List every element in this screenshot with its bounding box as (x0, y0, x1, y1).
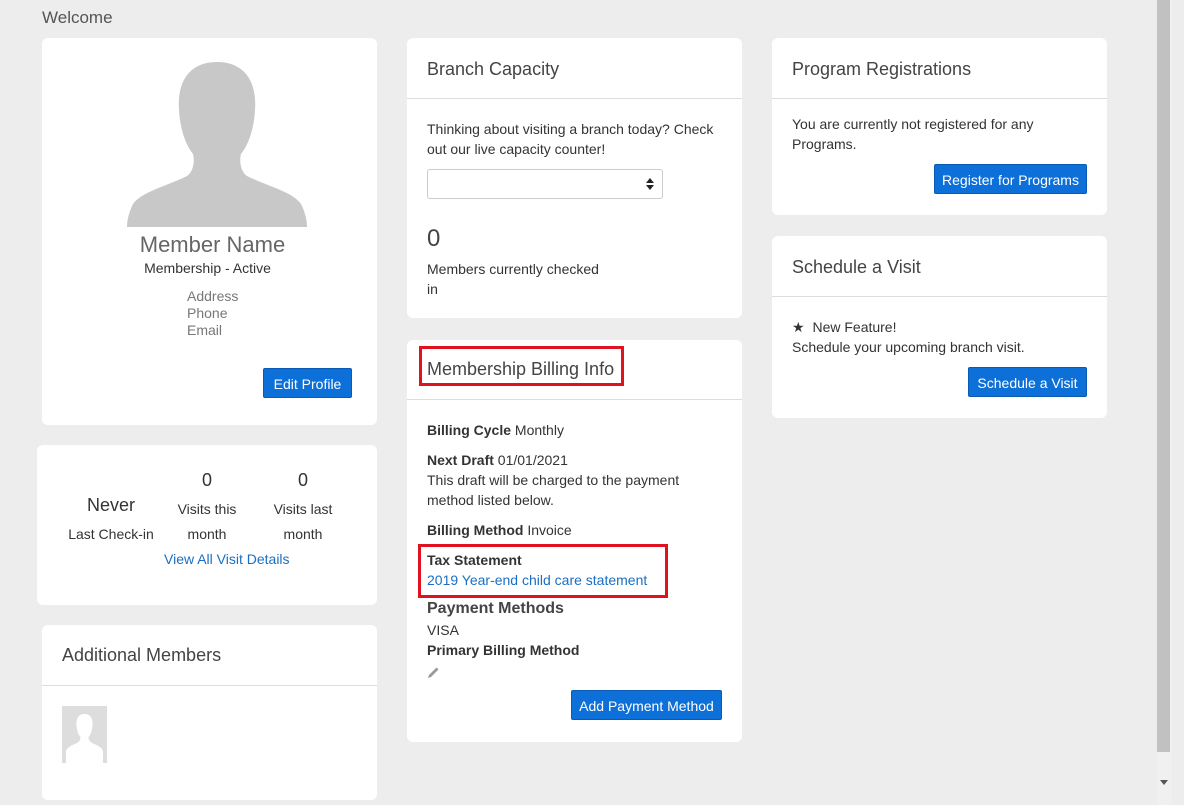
branch-capacity-title: Branch Capacity (427, 59, 560, 79)
profile-email: Email (187, 322, 223, 338)
visits-card: Never Last Check-in 0 Visits this month … (37, 445, 377, 605)
next-draft-value: 01/01/2021 (497, 452, 568, 468)
register-for-programs-button[interactable]: Register for Programs (934, 164, 1087, 194)
capacity-count-label: Members currently checked (427, 261, 599, 277)
next-draft-label: Next Draft (427, 452, 494, 468)
schedule-visit-card: Schedule a Visit ★ New Feature! Schedule… (772, 236, 1107, 418)
program-registrations-title: Program Registrations (792, 59, 972, 79)
page-title: Welcome (42, 8, 113, 27)
capacity-count: 0 (427, 225, 441, 252)
divider (407, 399, 742, 400)
schedule-visit-button[interactable]: Schedule a Visit (968, 367, 1087, 397)
select-arrows-icon (646, 178, 654, 190)
divider (772, 98, 1107, 99)
primary-billing-label: Primary Billing Method (427, 642, 580, 658)
membership-status: Membership - Active (144, 260, 271, 276)
scrollbar-thumb[interactable] (1157, 0, 1170, 752)
tax-statement-label: Tax Statement (427, 552, 522, 568)
billing-cycle-value: Monthly (514, 422, 564, 438)
visits-this-month-label: Visits this (177, 501, 237, 517)
visits-last-month-label-2: month (283, 526, 323, 542)
new-feature: ★ New Feature! (792, 317, 897, 337)
divider (42, 685, 377, 686)
divider (772, 296, 1107, 297)
billing-method-label: Billing Method (427, 522, 524, 538)
profile-card: Member Name Membership - Active Address … (42, 38, 377, 425)
branch-select[interactable] (427, 169, 663, 199)
new-feature-label: New Feature! (812, 319, 897, 335)
visits-this-month-label-2: month (187, 526, 227, 542)
schedule-visit-title: Schedule a Visit (792, 257, 921, 277)
billing-card: Membership Billing Info Billing Cycle Mo… (407, 340, 742, 742)
divider (407, 98, 742, 99)
last-checkin-value: Never (86, 495, 135, 515)
payment-card: VISA (427, 622, 459, 638)
draft-note-2: method listed below. (427, 492, 554, 508)
draft-note: This draft will be charged to the paymen… (427, 472, 680, 488)
member-avatar[interactable] (62, 706, 107, 763)
pencil-icon[interactable] (427, 666, 440, 679)
billing-method: Billing Method Invoice (427, 520, 572, 540)
billing-cycle: Billing Cycle Monthly (427, 420, 564, 440)
billing-cycle-label: Billing Cycle (427, 422, 512, 438)
profile-address: Address (187, 288, 239, 304)
add-payment-method-button[interactable]: Add Payment Method (571, 690, 722, 720)
profile-phone: Phone (187, 305, 228, 321)
tax-statement-link[interactable]: 2019 Year-end child care statement (427, 570, 647, 590)
billing-title: Membership Billing Info (427, 359, 615, 379)
billing-method-value: Invoice (527, 522, 572, 538)
capacity-count-label-2: in (427, 281, 438, 297)
visits-this-month-value: 0 (201, 470, 212, 490)
payment-methods-title: Payment Methods (427, 600, 564, 617)
last-checkin-label: Last Check-in (68, 526, 154, 542)
branch-capacity-description: Thinking about visiting a branch today? … (427, 121, 714, 157)
member-name: Member Name (139, 232, 286, 257)
person-icon (66, 714, 103, 763)
avatar (127, 62, 307, 227)
programs-text: You are currently not registered for any (792, 116, 1034, 132)
scroll-down-arrow-icon[interactable] (1160, 780, 1168, 786)
additional-members-title: Additional Members (62, 645, 222, 665)
schedule-visit-description: Schedule your upcoming branch visit. (792, 339, 1025, 355)
edit-profile-button[interactable]: Edit Profile (263, 368, 352, 398)
branch-capacity-card: Branch Capacity Thinking about visiting … (407, 38, 742, 318)
view-visit-details-link[interactable]: View All Visit Details (164, 551, 290, 567)
visits-last-month-label: Visits last (273, 501, 333, 517)
program-registrations-card: Program Registrations You are currently … (772, 38, 1107, 215)
visits-last-month-value: 0 (297, 470, 308, 490)
additional-members-card: Additional Members (42, 625, 377, 800)
scrollbar[interactable] (1157, 0, 1172, 805)
star-icon: ★ (792, 319, 805, 335)
next-draft: Next Draft 01/01/2021 (427, 450, 568, 470)
programs-text-2: Programs. (792, 136, 857, 152)
